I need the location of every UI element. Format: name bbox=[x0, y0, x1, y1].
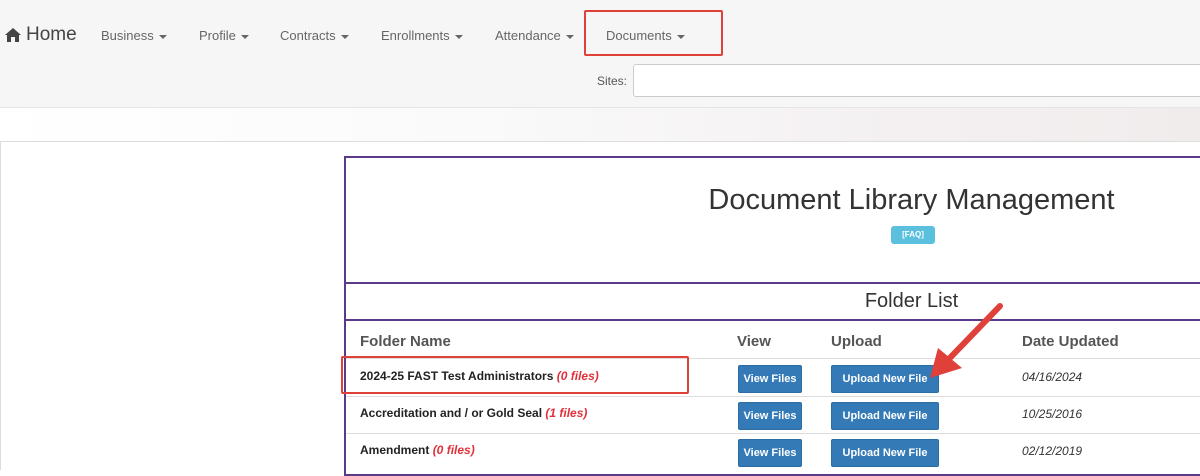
caret-down-icon bbox=[565, 34, 574, 39]
upload-new-file-button[interactable]: Upload New File bbox=[831, 439, 939, 467]
date-updated: 10/25/2016 bbox=[1022, 407, 1083, 421]
sites-label: Sites: bbox=[597, 74, 628, 88]
nav-enrollments[interactable]: Enrollments bbox=[381, 28, 463, 43]
row-divider bbox=[346, 433, 1200, 434]
document-library-panel: Document Library Management [FAQ] Folder… bbox=[344, 156, 1200, 476]
nav-home-label: Home bbox=[26, 24, 77, 45]
folder-list-title: Folder List bbox=[864, 290, 959, 312]
row-highlight-box bbox=[341, 356, 689, 394]
date-updated: 04/16/2024 bbox=[1022, 370, 1083, 384]
faq-badge[interactable]: [FAQ] bbox=[891, 226, 935, 244]
file-count: (1 files) bbox=[545, 406, 588, 420]
arrow-annotation bbox=[930, 303, 1003, 378]
panel-divider bbox=[346, 319, 1200, 321]
nav-home-link[interactable]: Home bbox=[4, 24, 77, 46]
view-files-button[interactable]: View Files bbox=[738, 439, 802, 467]
caret-down-icon bbox=[240, 34, 249, 39]
caret-down-icon bbox=[454, 34, 463, 39]
view-files-button[interactable]: View Files bbox=[738, 402, 802, 430]
decorative-band bbox=[0, 108, 1200, 142]
file-count: (0 files) bbox=[432, 443, 475, 457]
view-files-button[interactable]: View Files bbox=[738, 365, 802, 393]
sites-input[interactable] bbox=[633, 64, 1200, 97]
table-row-folder-name[interactable]: Accreditation and / or Gold Seal (1 file… bbox=[360, 406, 587, 420]
panel-divider bbox=[346, 282, 1200, 284]
top-navbar: Home Business Profile Contracts Enrollme… bbox=[0, 0, 1200, 108]
nav-profile[interactable]: Profile bbox=[199, 28, 249, 43]
nav-attendance[interactable]: Attendance bbox=[495, 28, 574, 43]
nav-business[interactable]: Business bbox=[101, 28, 167, 43]
caret-down-icon bbox=[340, 34, 349, 39]
documents-highlight-box bbox=[584, 10, 723, 56]
date-updated: 02/12/2019 bbox=[1022, 444, 1083, 458]
table-row-folder-name[interactable]: Amendment (0 files) bbox=[360, 443, 475, 457]
upload-new-file-button[interactable]: Upload New File bbox=[831, 402, 939, 430]
column-header-folder-name: Folder Name bbox=[360, 333, 451, 350]
nav-contracts[interactable]: Contracts bbox=[280, 28, 349, 43]
caret-down-icon bbox=[158, 34, 167, 39]
row-divider bbox=[346, 396, 1200, 397]
home-icon bbox=[5, 28, 21, 42]
page-title: Document Library Management bbox=[708, 184, 1115, 216]
column-header-date-updated: Date Updated bbox=[1022, 333, 1119, 350]
column-header-upload: Upload bbox=[831, 333, 882, 350]
column-header-view: View bbox=[737, 333, 771, 350]
